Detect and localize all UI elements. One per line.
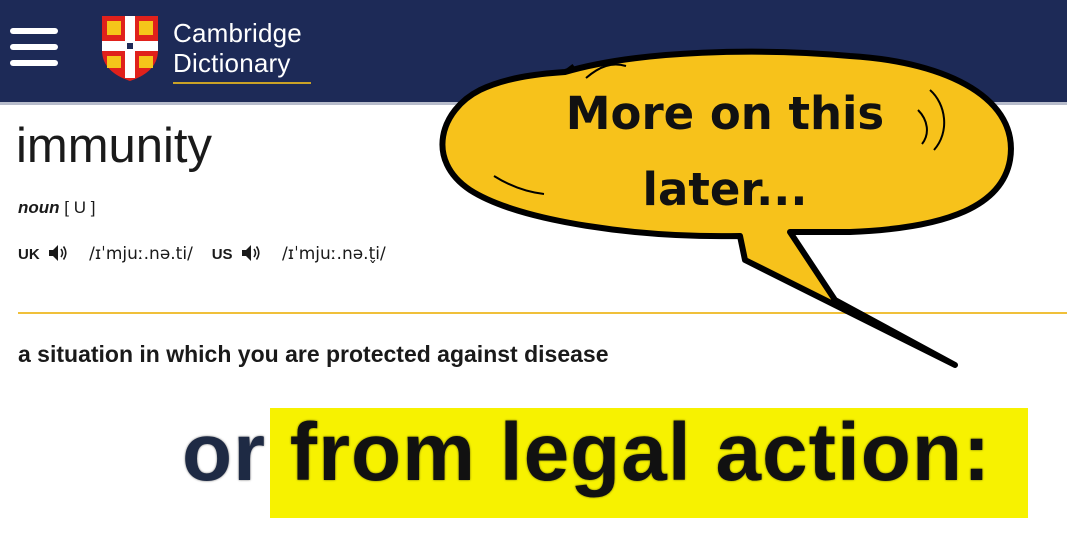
callout-text-line1: More on this <box>565 87 885 140</box>
callout-text-line2: later... <box>642 163 808 216</box>
speech-bubble-callout <box>439 48 1014 368</box>
